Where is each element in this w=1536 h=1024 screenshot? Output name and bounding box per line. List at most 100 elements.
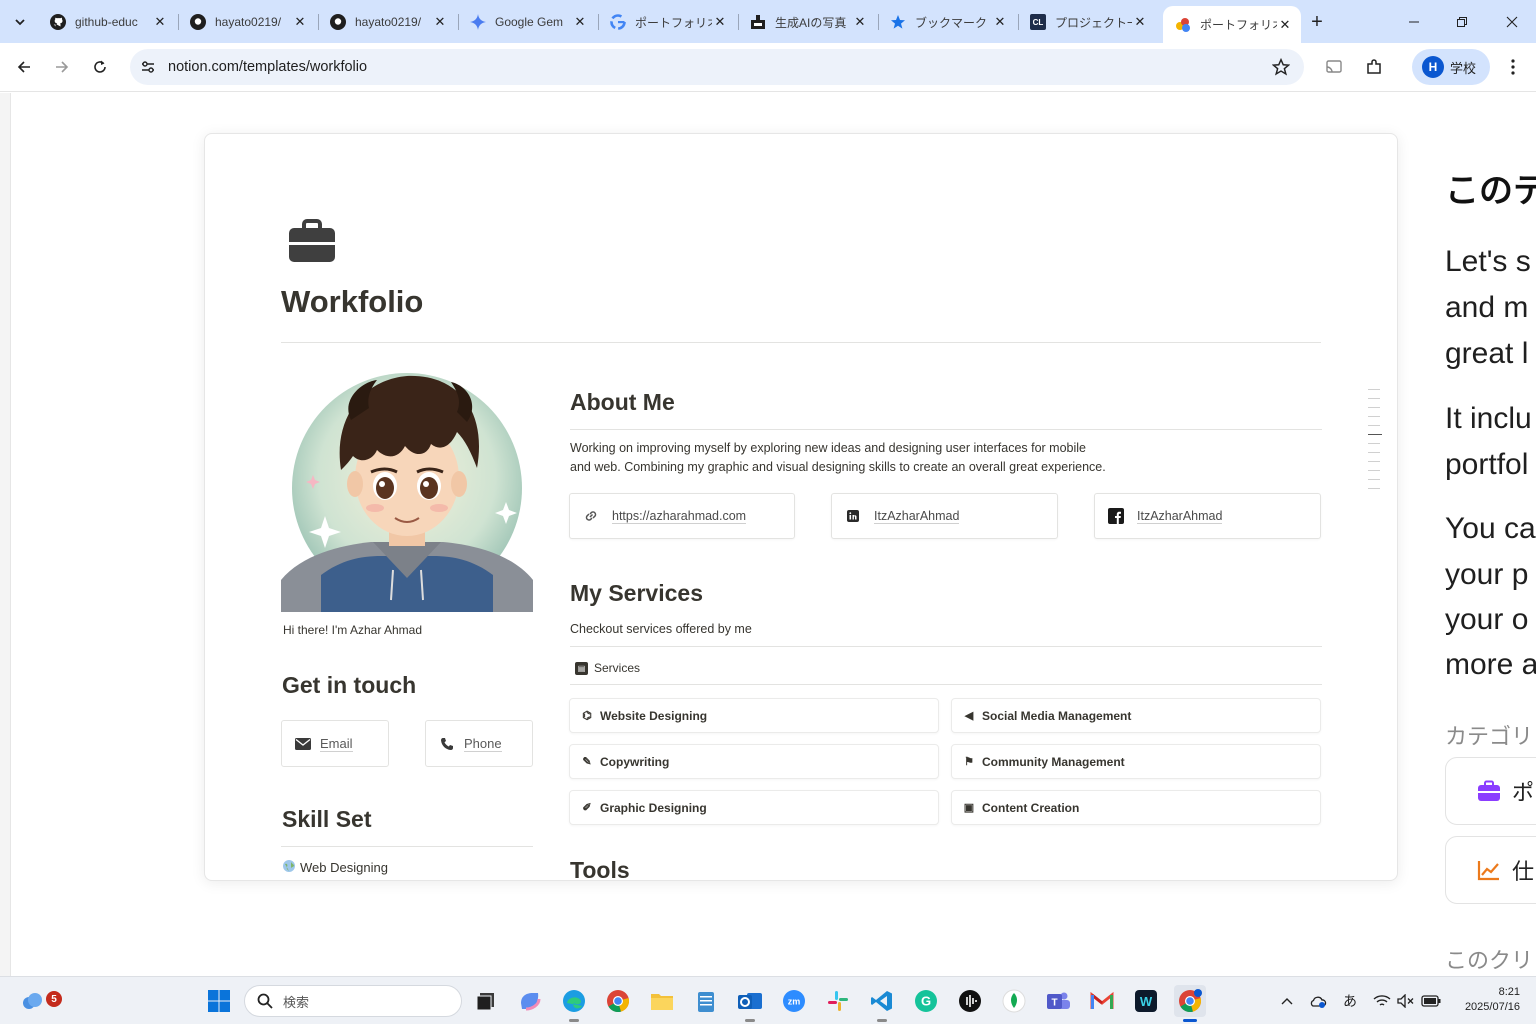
community-icon: ⚑ [964,756,974,768]
tab-search-button[interactable] [6,8,34,36]
linkedin-link[interactable]: ItzAzharAhmad [831,493,1058,539]
zoom-app[interactable]: zm [778,985,810,1017]
category-card-work[interactable]: 仕 [1445,836,1536,904]
task-view-button[interactable] [470,985,502,1017]
template-preview-card[interactable]: Workfolio Hi there! I'm Azhar Ahmad Abou… [204,133,1398,881]
tab-portfolio-active[interactable]: ポートフォリオ ✕ [1163,6,1301,43]
toc-line[interactable] [1368,452,1380,453]
phone-button[interactable]: Phone [425,720,533,767]
chrome-app[interactable] [602,985,634,1017]
notification-badge: 5 [46,991,62,1007]
close-icon[interactable]: ✕ [992,14,1008,30]
tab-title: Google Gem [495,15,564,29]
close-window-button[interactable] [1496,8,1528,36]
restore-button[interactable] [1446,8,1478,36]
skill-item[interactable]: Web Designing [282,859,388,876]
close-icon[interactable]: ✕ [292,14,308,30]
close-icon[interactable]: ✕ [852,14,868,30]
onedrive-button[interactable] [1308,991,1328,1011]
tab-project-list[interactable]: CL プロジェクト一 ✕ [1018,6,1156,38]
tab-portfolio-google[interactable]: ポートフォリオ ✕ [598,6,736,38]
wifi-button[interactable] [1372,991,1392,1011]
mongodb-app[interactable] [998,985,1030,1017]
tab-bookmarks[interactable]: ブックマーク ✕ [878,6,1016,38]
chrome-profile-app[interactable] [1174,985,1206,1022]
tab-generative-ai-photo[interactable]: 生成AIの写真 ✕ [738,6,876,38]
tab-hayato0219-2[interactable]: hayato0219/ ✕ [318,6,456,38]
file-explorer-app[interactable] [646,985,678,1017]
url-text[interactable]: notion.com/templates/workfolio [168,59,1266,75]
toc-line[interactable] [1368,389,1380,390]
volume-button[interactable] [1396,991,1416,1011]
toc-line[interactable] [1368,488,1380,489]
taskbar-search[interactable]: 検索 [244,985,462,1017]
services-database-header[interactable]: ▤ Services [575,661,640,675]
toc-line[interactable] [1368,461,1380,462]
close-icon[interactable]: ✕ [152,14,168,30]
close-icon[interactable]: ✕ [1277,17,1293,33]
website-link[interactable]: https://azharahmad.com [569,493,795,539]
creator-label: このクリ [1445,948,1534,973]
new-tab-button[interactable]: + [1304,9,1330,35]
profile-button[interactable]: H 学校 [1412,49,1490,85]
reload-button[interactable] [86,53,114,81]
toc-line-current[interactable] [1368,434,1382,435]
facebook-link[interactable]: ItzAzharAhmad [1094,493,1321,539]
toc-line[interactable] [1368,398,1380,399]
kebab-menu-icon [1511,59,1515,75]
toc-line[interactable] [1368,443,1380,444]
show-hidden-icons-button[interactable] [1277,991,1297,1011]
service-card-social-media[interactable]: ◀ Social Media Management [951,698,1321,733]
battery-button[interactable] [1421,991,1441,1011]
widgets-button[interactable]: 5 [16,985,62,1017]
clock[interactable]: 8:21 2025/07/16 [1456,985,1520,1015]
menu-button[interactable] [1499,53,1527,81]
ime-indicator[interactable]: あ [1340,991,1360,1011]
toc-line[interactable] [1368,479,1380,480]
service-card-community[interactable]: ⚑ Community Management [951,744,1321,779]
tab-hayato0219-1[interactable]: hayato0219/ ✕ [178,6,316,38]
start-button[interactable] [203,985,235,1017]
teams-icon: T [1047,992,1070,1009]
windows-icon [208,990,230,1012]
pen-icon: ✎ [582,756,592,768]
toc-line[interactable] [1368,407,1380,408]
site-info-button[interactable] [132,51,164,83]
close-icon[interactable]: ✕ [572,14,588,30]
notepad-app[interactable] [690,985,722,1017]
webex-app[interactable]: W [1130,985,1162,1017]
minimize-button[interactable] [1398,8,1430,36]
copilot-app[interactable] [514,985,546,1017]
cast-button[interactable] [1320,53,1348,81]
address-bar[interactable]: notion.com/templates/workfolio [130,49,1304,85]
gmail-app[interactable] [1086,985,1118,1017]
description-line: and m [1445,291,1529,324]
forward-button[interactable] [48,53,76,81]
bookmark-star-button[interactable] [1266,52,1296,82]
service-card-copywriting[interactable]: ✎ Copywriting [569,744,939,779]
grammarly-app[interactable]: G [910,985,942,1017]
close-icon[interactable]: ✕ [432,14,448,30]
toc-line[interactable] [1368,470,1380,471]
close-icon[interactable]: ✕ [1132,14,1148,30]
outlook-app[interactable] [734,985,766,1022]
avatar: H [1422,56,1444,78]
extensions-button[interactable] [1360,53,1388,81]
toc-line[interactable] [1368,416,1380,417]
category-card-portfolio[interactable]: ポ [1445,757,1536,825]
email-button[interactable]: Email [281,720,389,767]
audio-app[interactable] [954,985,986,1017]
service-card-content-creation[interactable]: ▣ Content Creation [951,790,1321,825]
service-card-website-designing[interactable]: ⌬ Website Designing [569,698,939,733]
toc-line[interactable] [1368,425,1380,426]
service-card-graphic-designing[interactable]: ✐ Graphic Designing [569,790,939,825]
slack-app[interactable] [822,985,854,1017]
back-button[interactable] [10,53,38,81]
table-of-contents-outline[interactable] [1368,389,1382,497]
tab-google-gemini[interactable]: Google Gem ✕ [458,6,596,38]
teams-app[interactable]: T [1042,985,1074,1017]
close-icon[interactable]: ✕ [712,14,728,30]
vscode-app[interactable] [866,985,898,1022]
tab-github-educ[interactable]: github-educ ✕ [38,6,176,38]
edge-app[interactable] [558,985,590,1022]
